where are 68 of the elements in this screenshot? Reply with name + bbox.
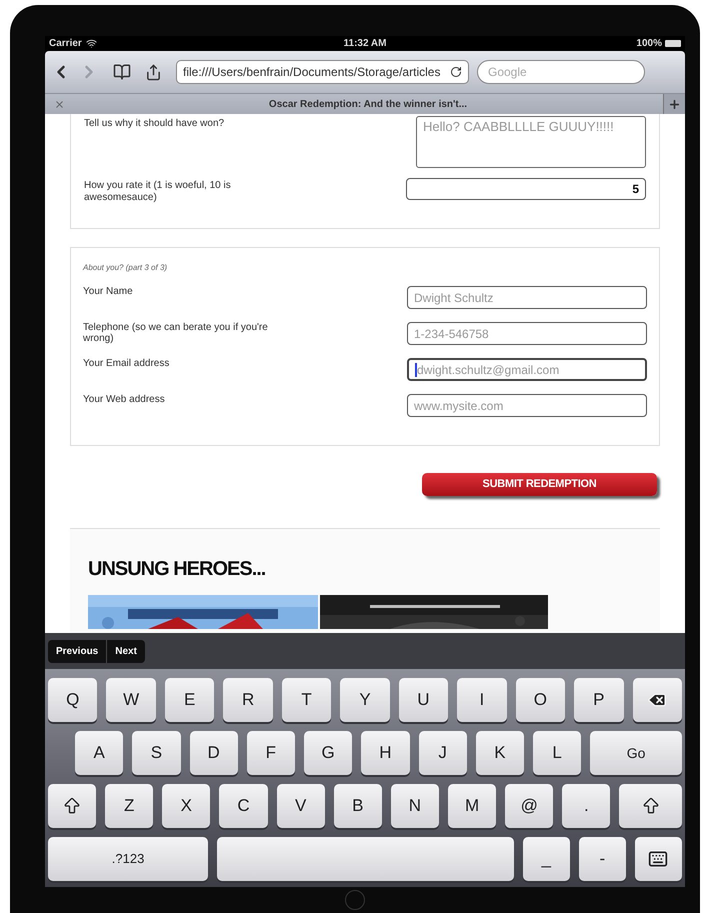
plus-icon — [668, 98, 681, 110]
shift-icon — [62, 796, 82, 816]
letter-key[interactable]: Y — [340, 678, 390, 722]
letter-key[interactable]: G — [304, 731, 352, 775]
carrier-label: Carrier — [49, 37, 82, 51]
letter-key[interactable]: L — [533, 731, 582, 775]
letter-key[interactable]: O — [516, 678, 566, 722]
letter-key[interactable]: T — [282, 678, 332, 722]
letter-key[interactable]: M — [448, 784, 496, 828]
shift-icon — [640, 796, 661, 816]
letter-key[interactable]: Q — [48, 678, 98, 722]
battery-label: 100% — [636, 37, 662, 51]
search-field[interactable]: Google — [477, 60, 645, 84]
shift-key[interactable] — [48, 784, 96, 828]
letter-key[interactable]: Z — [105, 784, 154, 828]
letter-key[interactable]: K — [476, 731, 524, 775]
letter-key[interactable]: B — [334, 784, 382, 828]
letter-key[interactable]: F — [246, 731, 295, 775]
backspace-key[interactable] — [632, 678, 682, 722]
clock: 11:32 AM — [344, 37, 386, 51]
field-label: Telephone (so we can berate you if you're wrong) — [83, 322, 269, 345]
letter-key[interactable]: - — [578, 837, 626, 881]
section-heading: UNSUNG HEROES... — [88, 559, 266, 579]
letter-key[interactable]: _ — [522, 837, 570, 881]
book-icon — [113, 63, 131, 81]
reload-icon — [450, 66, 462, 78]
battery-icon — [664, 40, 681, 47]
letter-key[interactable]: D — [190, 731, 238, 775]
letter-key[interactable]: P — [574, 678, 624, 722]
field-label: Your Name — [83, 286, 134, 299]
letter-key[interactable]: S — [132, 731, 180, 775]
bookmarks-button[interactable] — [113, 63, 131, 81]
field-label: Tell us why it should have won? — [84, 117, 226, 131]
new-tab-button[interactable] — [663, 94, 685, 114]
numbers-key[interactable]: .?123 — [48, 837, 208, 881]
letter-key[interactable]: R — [223, 678, 273, 722]
letter-key[interactable]: . — [562, 784, 610, 828]
letter-key[interactable]: A — [75, 731, 124, 775]
field-label: Your Email address — [83, 358, 170, 371]
letter-key[interactable]: H — [361, 731, 410, 775]
form-nav-button[interactable]: Next — [106, 640, 145, 662]
share-icon — [145, 64, 162, 80]
letter-key[interactable]: W — [106, 678, 156, 722]
hide-keyboard-key[interactable] — [634, 837, 682, 881]
rating-field[interactable]: 5 — [406, 178, 646, 200]
letter-key[interactable]: E — [164, 678, 214, 722]
letter-key[interactable]: C — [219, 784, 268, 828]
letter-key[interactable]: U — [398, 678, 448, 722]
wifi-icon — [86, 38, 97, 49]
share-button[interactable] — [145, 64, 162, 80]
letter-key[interactable]: N — [390, 784, 439, 828]
shift-key[interactable] — [619, 784, 682, 828]
letter-key[interactable]: I — [457, 678, 507, 722]
letter-key[interactable]: V — [276, 784, 325, 828]
go-key[interactable]: Go — [590, 731, 682, 775]
close-icon — [54, 98, 64, 110]
letter-key[interactable]: X — [162, 784, 210, 828]
field-label: How you rate it (1 is woeful, 10 is awesomesauce) — [84, 179, 232, 204]
submit-button[interactable]: SUBMIT REDEMPTION — [422, 473, 657, 496]
form-nav-button[interactable]: Previous — [48, 640, 106, 662]
field-label: Your Web address — [83, 394, 166, 407]
comment-field[interactable]: Hello? CAABBLLLLE GUUUY!!!!! — [416, 116, 646, 168]
address-field[interactable]: file:///Users/benfrain/Documents/Storage/articles — [176, 60, 469, 84]
section-legend: About you? (part 3 of 3) — [83, 262, 647, 274]
letter-key[interactable]: @ — [505, 784, 554, 828]
tab-title[interactable]: Oscar Redemption: And the winner isn't... — [73, 96, 663, 112]
letter-key[interactable]: J — [418, 731, 467, 775]
keyboard-icon — [648, 849, 668, 869]
